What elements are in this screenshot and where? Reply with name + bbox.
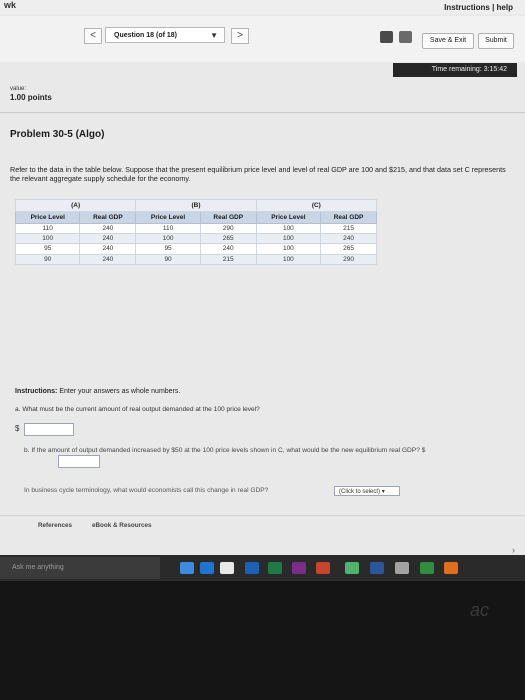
table-cell: 100 [255,243,322,255]
submit-button[interactable]: Submit [478,33,514,49]
table-cell: 110 [14,222,81,235]
outlook-icon[interactable] [245,562,259,574]
column-header: Price Level [255,211,322,224]
table-cell: 100 [255,253,322,265]
table-row: 110 240 110 290 100 215 [14,222,377,235]
table-cell: 240 [79,222,137,235]
data-table: (A) (B) (C) Price Level Real GDP Price L… [14,199,378,265]
calculator-icon[interactable] [399,31,412,43]
help-links[interactable]: Instructions | help [444,3,513,12]
chevron-down-icon: ▾ [381,489,385,495]
column-header: Price Level [14,211,81,224]
table-cell: 100 [255,222,322,235]
table-cell: 290 [199,222,257,235]
group-header-c: (C) [255,199,378,212]
table-cell: 290 [320,253,377,265]
answer-a-input[interactable] [24,423,74,436]
chevron-down-icon: ▼ [210,31,218,40]
photos-icon[interactable] [395,562,409,574]
table-row: 100 240 100 265 100 240 [14,233,377,245]
time-remaining: Time remaining: 3:15:42 [393,63,517,77]
print-icon[interactable] [380,31,393,43]
table-cell: 110 [135,222,201,235]
instructions-prefix: Instructions: [15,388,58,395]
question-b: b. If the amount of output demanded incr… [24,447,426,454]
group-header-a: (A) [14,199,137,212]
dollar-sign: $ [15,424,20,433]
store-icon[interactable] [220,562,234,574]
answer-b-input[interactable] [58,455,100,468]
table-cell: 240 [79,243,137,255]
prev-question-button[interactable]: < [84,28,102,44]
table-cell: 240 [199,243,257,255]
brand-logo: wk [4,0,17,10]
save-exit-button[interactable]: Save & Exit [422,33,474,49]
app-icon[interactable] [345,562,359,574]
ebook-resources-link[interactable]: eBook & Resources [92,522,152,529]
edge-icon[interactable] [180,562,194,574]
chevron-icon[interactable]: › [512,545,515,555]
table-cell: 265 [320,243,377,255]
answer-c-select-label: (Click to select) [339,489,381,495]
table-cell: 215 [320,222,377,235]
table-cell: 100 [135,233,201,245]
table-cell: 100 [255,233,322,245]
table-cell: 90 [135,253,201,265]
table-row: 90 240 90 215 100 290 [14,253,377,265]
table-row: 95 240 95 240 100 265 [14,243,377,255]
column-header: Real GDP [79,211,137,224]
ie-icon[interactable] [200,562,214,574]
next-question-button[interactable]: > [231,28,249,44]
table-cell: 265 [199,233,257,245]
problem-title: Problem 30-5 (Algo) [10,129,105,140]
question-selector-label: Question 18 (of 18) [114,32,178,39]
taskbar-search[interactable]: Ask me anything [0,557,160,579]
firefox-icon[interactable] [444,562,458,574]
group-header-b: (B) [135,199,257,212]
instructions-text: Enter your answers as whole numbers. [57,388,181,395]
powerpoint-icon[interactable] [316,562,330,574]
table-cell: 240 [79,233,137,245]
onenote-icon[interactable] [292,562,306,574]
table-cell: 90 [14,253,81,265]
word-icon[interactable] [370,562,384,574]
table-cell: 95 [135,243,201,255]
table-cell: 215 [199,253,257,265]
excel-icon[interactable] [268,562,282,574]
table-cell: 100 [14,233,81,245]
question-a: a. What must be the current amount of re… [15,406,260,413]
money-icon[interactable] [420,562,434,574]
table-cell: 240 [79,253,137,265]
value-label: value: [10,86,27,92]
column-header: Real GDP [199,211,257,224]
monitor-bezel [0,581,525,700]
search-placeholder: Ask me anything [12,564,64,571]
references-link[interactable]: References [38,522,72,529]
table-cell: 240 [320,233,377,245]
instructions: Instructions: Enter your answers as whol… [15,388,180,395]
points-value: 1.00 points [10,93,52,102]
divider [0,112,525,113]
column-header: Price Level [135,211,201,224]
answer-c-select[interactable]: (Click to select) ▾ [334,486,400,496]
question-selector[interactable]: Question 18 (of 18) ▼ [105,27,225,43]
table-cell: 95 [14,243,81,255]
column-header: Real GDP [320,211,377,224]
divider [0,515,525,516]
monitor-logo: ac [470,600,490,620]
question-c: In business cycle terminology, what woul… [24,487,269,494]
problem-body: Refer to the data in the table below. Su… [10,165,506,183]
